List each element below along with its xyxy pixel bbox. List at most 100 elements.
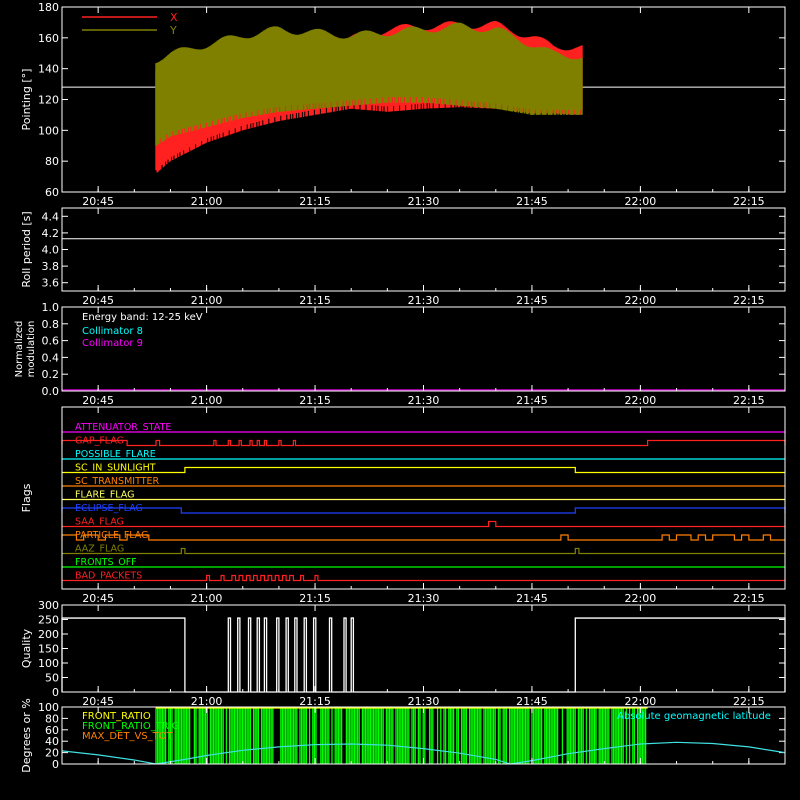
ratios-legend-max-det-vs-tot: MAX_DET_VS_TOT [82, 731, 174, 742]
quality-chart-xtick-label: 21:00 [191, 695, 223, 708]
quality-chart-xtick-label: 21:45 [516, 695, 548, 708]
flag-line-bad-packets [62, 574, 785, 582]
modulation-chart-ytick-label: 0.4 [42, 351, 60, 364]
pointing-chart-ylabel: Pointing [°] [20, 69, 33, 131]
quality-chart-ytick-label: 50 [45, 672, 59, 685]
roll-period-chart-ytick-label: 4.0 [42, 244, 60, 257]
roll-period-chart-ytick-label: 4.4 [42, 210, 60, 223]
flag-label-sc-transmitter: SC_TRANSMITTER [75, 476, 160, 487]
pointing-chart-ytick-label: 80 [45, 155, 59, 168]
pointing-legend-label-x: X [170, 11, 178, 24]
ratios-chart-ylabel: Degrees or % [20, 698, 33, 772]
quality-line [61, 617, 786, 693]
modulation-chart-xtick-label: 20:45 [82, 394, 114, 407]
roll-period-chart-xtick-label: 21:30 [408, 294, 440, 307]
flag-label-fronts-off: FRONTS_OFF [75, 557, 137, 568]
ratios-chart-ytick-label: 80 [45, 712, 59, 725]
pointing-chart-xtick-label: 21:45 [516, 195, 548, 208]
modulation-chart-ytick-label: 0.2 [42, 368, 60, 381]
modulation-chart-ytick-label: 0.6 [42, 335, 60, 348]
observation-summary-chart: 6080100120140160180XY20:45 21:00 21:15 21:3… [14, 1, 786, 773]
roll-period-chart-xtick-label: 21:00 [191, 294, 223, 307]
pointing-chart-ytick-label: 180 [38, 1, 59, 14]
quality-chart-xtick-label: 21:15 [299, 695, 331, 708]
roll-period-chart-ylabel: Roll period [s] [20, 211, 33, 287]
flags-chart-xtick-label: 21:30 [408, 592, 440, 605]
quality-chart-xtick-label: 22:00 [625, 695, 657, 708]
pointing-chart-xtick-label: 22:15 [733, 195, 765, 208]
flags-chart-xtick-label: 21:00 [191, 592, 223, 605]
flag-line-saa-flag [62, 520, 785, 528]
quality-chart-xtick-label: 22:15 [733, 695, 765, 708]
modulation-chart-ylabel: Normalized [14, 321, 25, 378]
quality-chart-ytick-label: 150 [38, 643, 59, 656]
pointing-chart-xtick-label: 22:00 [625, 195, 657, 208]
roll-period-chart-ytick-label: 3.6 [42, 277, 60, 290]
flag-label-flare-flag: FLARE_FLAG [75, 490, 135, 501]
pointing-chart-ytick-label: 100 [38, 124, 59, 137]
roll-period-chart-xtick-label: 21:45 [516, 294, 548, 307]
roll-period-chart-ytick-label: 4.2 [42, 227, 60, 240]
flags-chart-xtick-label: 21:45 [516, 592, 548, 605]
pointing-chart-ytick-label: 120 [38, 94, 59, 107]
modulation-legend-8: Collimator 8 [82, 326, 143, 337]
modulation-annotation: Energy band: 12-25 keV [82, 312, 203, 323]
roll-period-chart-ytick-label: 3.8 [42, 260, 60, 273]
flag-label-aaz-flag: AAZ_FLAG [75, 544, 124, 555]
flags-chart-xtick-label: 22:15 [733, 592, 765, 605]
modulation-chart-ytick-label: 0.8 [42, 318, 60, 331]
pointing-chart-ytick-label: 160 [38, 32, 59, 45]
front-ratio-trig-bars [155, 707, 647, 764]
flag-label-eclipse-flag: ECLIPSE_FLAG [75, 503, 143, 514]
roll-period-chart-xtick-label: 20:45 [82, 294, 114, 307]
quality-chart-ytick-label: 250 [38, 614, 59, 627]
pointing-chart-xtick-label: 21:15 [299, 195, 331, 208]
modulation-chart-xtick-label: 21:30 [408, 394, 440, 407]
flag-line-particle-flag [61, 534, 785, 541]
ratios-chart-ytick-label: 100 [38, 701, 59, 714]
pointing-chart-xtick-label: 21:00 [191, 195, 223, 208]
flag-line-sc-in-sunlight [62, 466, 785, 474]
flags-chart-xtick-label: 20:45 [82, 592, 114, 605]
flag-label-attenuator-state: ATTENUATOR_STATE [75, 422, 171, 433]
quality-chart-ytick-label: 200 [38, 628, 59, 641]
modulation-chart-xtick-label: 21:15 [299, 394, 331, 407]
roll-period-chart-xtick-label: 22:00 [625, 294, 657, 307]
flag-line-gap-flag [61, 439, 786, 447]
ratios-chart-ytick-label: 60 [45, 724, 59, 737]
flag-label-saa-flag: SAA_FLAG [75, 517, 124, 528]
quality-chart-ytick-label: 300 [38, 599, 59, 612]
pointing-chart-xtick-label: 21:30 [408, 195, 440, 208]
quality-chart-ytick-label: 100 [38, 657, 59, 670]
modulation-legend-9: Collimator 9 [82, 338, 143, 349]
modulation-chart-ytick-label: 1.0 [42, 301, 60, 314]
flags-chart-xtick-label: 21:15 [299, 592, 331, 605]
ratios-chart-ytick-label: 0 [52, 758, 59, 771]
flag-label-gap-flag: GAP_FLAG [75, 436, 124, 447]
flag-label-particle-flag: PARTICLE_FLAG [75, 530, 148, 541]
flag-label-bad-packets: BAD_PACKETS [75, 571, 142, 582]
roll-period-chart-frame [61, 207, 786, 292]
ratios-chart-ytick-label: 20 [45, 747, 59, 760]
flag-label-possible-flare: POSSIBLE_FLARE [75, 449, 156, 460]
roll-period-chart-xtick-label: 22:15 [733, 294, 765, 307]
modulation-chart-xtick-label: 21:45 [516, 394, 548, 407]
flag-line-aaz-flag [62, 547, 785, 555]
pointing-chart-ytick-label: 60 [45, 186, 59, 199]
modulation-chart-ytick-label: 0.0 [42, 385, 60, 398]
pointing-chart-xtick-label: 20:45 [82, 195, 114, 208]
quality-chart-ylabel: Quality [20, 628, 33, 668]
flags-chart-frame [61, 406, 786, 590]
modulation-chart-xtick-label: 22:00 [625, 394, 657, 407]
roll-period-chart-xtick-label: 21:15 [299, 294, 331, 307]
quality-chart-xtick-label: 21:30 [408, 695, 440, 708]
pointing-legend-label-y: Y [169, 24, 177, 37]
modulation-chart-xtick-label: 22:15 [733, 394, 765, 407]
pointing-chart-ytick-label: 140 [38, 63, 59, 76]
flag-label-sc-in-sunlight: SC_IN_SUNLIGHT [75, 463, 156, 474]
flags-chart-xtick-label: 22:00 [625, 592, 657, 605]
quality-chart-xtick-label: 20:45 [82, 695, 114, 708]
quality-chart-ytick-label: 0 [52, 686, 59, 699]
flags-chart-ylabel: Flags [20, 483, 33, 512]
ratios-chart-ytick-label: 40 [45, 735, 59, 748]
